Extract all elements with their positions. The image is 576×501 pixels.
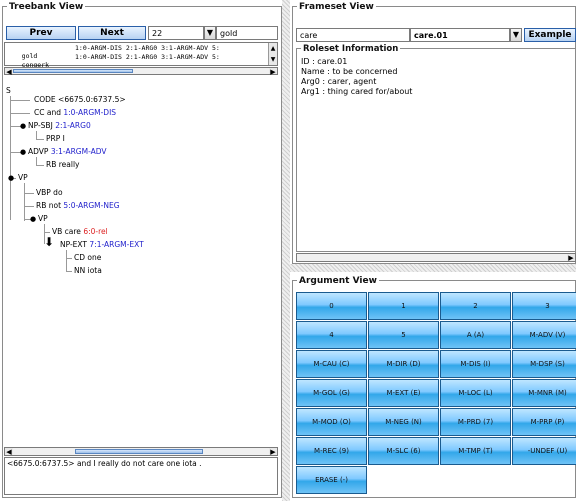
tree-node-vb-care[interactable]: VB care 6:0-rel: [52, 227, 108, 237]
arg-button-m-gol-g[interactable]: M-GOL (G): [296, 379, 367, 407]
roleset-info-box: Roleset Information ID : care.01 Name : …: [296, 43, 576, 252]
scrollbar-thumb[interactable]: [13, 69, 133, 73]
source-dropdown-button[interactable]: ▼: [204, 26, 216, 40]
roleset-arg0: Arg0 : carer, agent: [301, 77, 377, 86]
lemma-field[interactable]: care: [296, 28, 410, 42]
horizontal-splitter[interactable]: [290, 264, 576, 272]
arg-button-m-rec-9[interactable]: M-REC (9): [296, 437, 367, 465]
down-arrow-icon: ⬇: [44, 235, 55, 249]
tree-node-cd-one[interactable]: CD one: [74, 253, 101, 263]
arg-button-m-neg-n[interactable]: M-NEG (N): [368, 408, 439, 436]
roleset-field[interactable]: care.01: [410, 28, 510, 42]
arg-button-4[interactable]: 4: [296, 321, 367, 349]
sentence-area[interactable]: <6675.0:6737.5> and I really do not care…: [4, 457, 278, 495]
roleset-dropdown-button[interactable]: ▼: [510, 28, 522, 42]
tree-node-vp-inner[interactable]: VP: [38, 214, 48, 224]
arg-button-0[interactable]: 0: [296, 292, 367, 320]
roleset-arg1: Arg1 : thing cared for/about: [301, 87, 413, 96]
arg-button-m-loc-l[interactable]: M-LOC (L): [440, 379, 511, 407]
arg-button-m-dir-d[interactable]: M-DIR (D): [368, 350, 439, 378]
sentence-text: <6675.0:6737.5> and I really do not care…: [7, 459, 202, 468]
expand-toggle-icon[interactable]: ●: [20, 147, 26, 157]
arg-button-m-dsp-s[interactable]: M-DSP (S): [512, 350, 576, 378]
tree-index-field[interactable]: 22: [148, 26, 204, 40]
arg-button-1[interactable]: 1: [368, 292, 439, 320]
arg-button-m-dis-i[interactable]: M-DIS (I): [440, 350, 511, 378]
list-item-text: 1:0-ARGM-DIS 2:1-ARG0 3:1-ARGM-ADV 5:: [75, 53, 220, 61]
arg-button-m-prp-p[interactable]: M-PRP (P): [512, 408, 576, 436]
tree-node-nn-iota[interactable]: NN iota: [74, 266, 102, 276]
expand-toggle-icon[interactable]: ●: [8, 173, 14, 183]
tree-node-vp[interactable]: VP: [18, 173, 28, 183]
scroll-left-icon[interactable]: ◀: [5, 68, 13, 76]
roleset-id: ID : care.01: [301, 57, 348, 66]
scrollbar-thumb[interactable]: [75, 449, 203, 454]
list-item-text: 1:0-ARGM-DIS 2:1-ARG0 3:1-ARGM-ADV 5:: [75, 44, 220, 52]
tree-node-s[interactable]: S: [6, 86, 11, 96]
scroll-right-icon[interactable]: ▶: [269, 448, 277, 456]
arg-button-m-slc-6[interactable]: M-SLC (6): [368, 437, 439, 465]
tree-node-rb-really[interactable]: RB really: [46, 160, 79, 170]
tree-node-np-sbj[interactable]: NP-SBJ 2:1-ARG0: [28, 121, 91, 131]
expand-toggle-icon[interactable]: ●: [20, 121, 26, 131]
source-field[interactable]: gold: [216, 26, 278, 40]
arg-button-m-adv-v[interactable]: M-ADV (V): [512, 321, 576, 349]
expand-toggle-icon[interactable]: ●: [30, 214, 36, 224]
tree-node-code[interactable]: CODE <6675.0:6737.5>: [34, 95, 126, 105]
arg-button-m-cau-c[interactable]: M-CAU (C): [296, 350, 367, 378]
roleset-name: Name : to be concerned: [301, 67, 398, 76]
frameset-view-title: Frameset View: [297, 1, 376, 13]
example-button[interactable]: Example: [524, 28, 576, 42]
tree-node-prp[interactable]: PRP I: [46, 134, 65, 144]
annotation-list: gold 1:0-ARGM-DIS 2:1-ARG0 3:1-ARGM-ADV …: [4, 42, 278, 69]
tree-node-cc[interactable]: CC and 1:0-ARGM-DIS: [34, 108, 116, 118]
arg-button-undef-u[interactable]: -UNDEF (U): [512, 437, 576, 465]
arg-button-3[interactable]: 3: [512, 292, 576, 320]
scroll-right-icon[interactable]: ▶: [567, 254, 575, 262]
chevron-down-icon: ▼: [206, 28, 214, 37]
arg-button-2[interactable]: 2: [440, 292, 511, 320]
arg-button-5[interactable]: 5: [368, 321, 439, 349]
arg-button-m-mod-o[interactable]: M-MOD (O): [296, 408, 367, 436]
frameset-horizontal-scrollbar[interactable]: ▶: [296, 253, 576, 262]
next-button[interactable]: Next: [78, 26, 146, 40]
arg-button-m-mnr-m[interactable]: M-MNR (M): [512, 379, 576, 407]
arg-button-m-ext-e[interactable]: M-EXT (E): [368, 379, 439, 407]
tree-node-advp[interactable]: ADVP 3:1-ARGM-ADV: [28, 147, 107, 157]
tree-node-np-ext[interactable]: NP-EXT 7:1-ARGM-EXT: [60, 240, 144, 250]
treebank-view-title: Treebank View: [7, 1, 86, 13]
arg-button-m-tmp-t[interactable]: M-TMP (T): [440, 437, 511, 465]
vertical-splitter[interactable]: [282, 0, 290, 501]
syntax-tree: S CODE <6675.0:6737.5> CC and 1:0-ARGM-D…: [6, 86, 268, 426]
arg-button-m-prd-7[interactable]: M-PRD (7): [440, 408, 511, 436]
roleset-info-title: Roleset Information: [301, 43, 401, 55]
tree-horizontal-scrollbar[interactable]: ◀ ▶: [4, 447, 278, 456]
tree-node-rb-not[interactable]: RB not 5:0-ARGM-NEG: [36, 201, 120, 211]
list-horizontal-scrollbar[interactable]: ◀ ▶: [4, 67, 278, 76]
arg-button-erase[interactable]: ERASE (-): [296, 466, 367, 494]
tree-node-vbp[interactable]: VBP do: [36, 188, 63, 198]
chevron-down-icon: ▼: [512, 30, 520, 39]
scroll-right-icon[interactable]: ▶: [269, 68, 277, 76]
scroll-left-icon[interactable]: ◀: [5, 448, 13, 456]
vertical-scrollbar[interactable]: ▲ ▼: [268, 43, 277, 65]
prev-button[interactable]: Prev: [6, 26, 76, 40]
arg-button-a-a[interactable]: A (A): [440, 321, 511, 349]
argument-view-title: Argument View: [297, 275, 379, 287]
